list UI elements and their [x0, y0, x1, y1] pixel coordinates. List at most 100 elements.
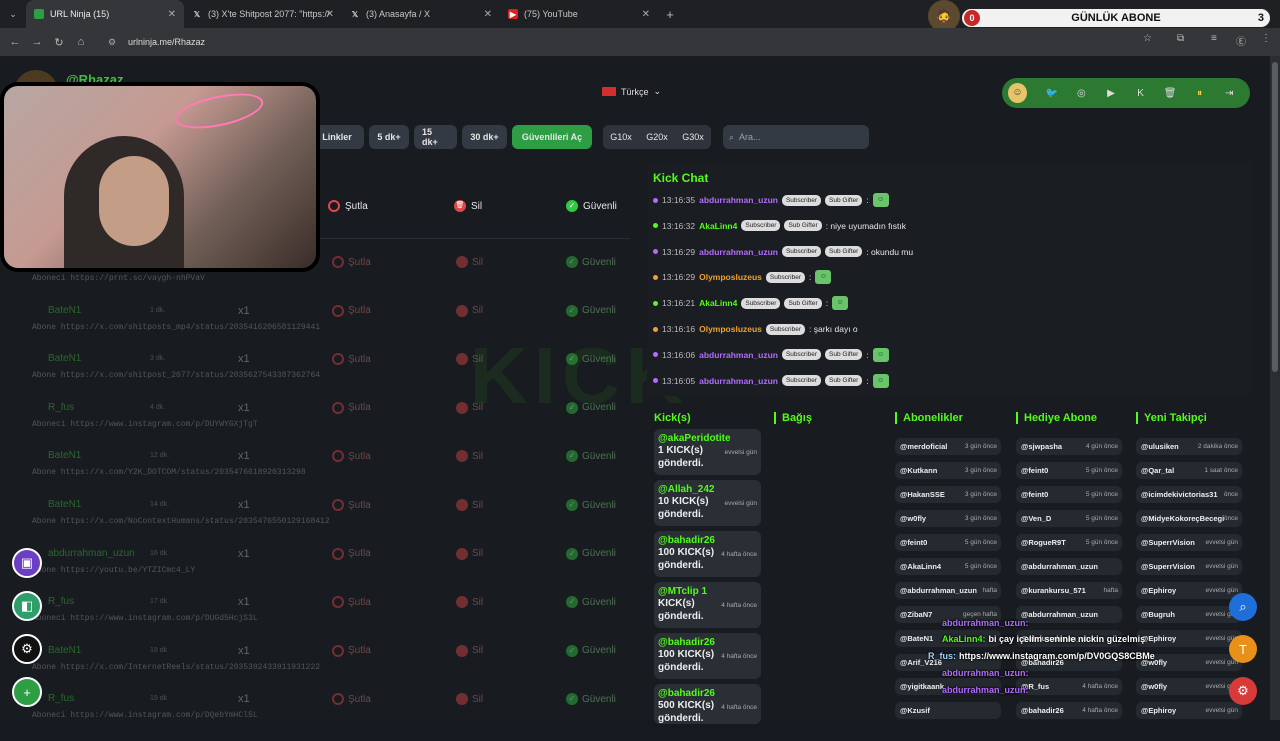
link-row[interactable]: abdurrahman_uzun 16 dk. x1 Şutla Sil ✓ Güvenli…: [0, 547, 640, 596]
language-selector[interactable]: Türkçe ⌄: [602, 86, 661, 97]
row-link[interactable]: Abone https://x.com/InternetReels/status…: [32, 663, 320, 672]
row-delete-button[interactable]: Sil: [456, 353, 483, 366]
row-safe-button[interactable]: ✓ Güvenli: [566, 596, 616, 609]
user-chip[interactable]: @w0fly 3 gün önce: [895, 510, 1001, 527]
pause-icon[interactable]: ⏸: [1185, 88, 1215, 99]
chat-user[interactable]: AkaLinn4: [699, 298, 737, 308]
row-delete-button[interactable]: Sil: [456, 256, 483, 268]
scrollbar-thumb[interactable]: [1272, 62, 1278, 372]
trash-icon[interactable]: 🗑: [1155, 88, 1185, 99]
tab-search-icon[interactable]: ⌄: [0, 9, 26, 20]
tab-x-shitpost[interactable]: 𝕏 (3) X'te Shitpost 2077: "https:// ✕: [184, 0, 342, 28]
link-row[interactable]: BateN1 14 dk. x1 Şutla Sil ✓ Güvenli Abone http…: [0, 499, 640, 547]
user-chip[interactable]: @abdurrahman_uzun hafta: [895, 582, 1001, 599]
kick-icon[interactable]: K: [1126, 88, 1156, 99]
link-row[interactable]: BateN1 3 dk. x1 Şutla Sil ✓ Güvenli Abone https…: [0, 353, 640, 401]
user-chip[interactable]: @abdurrahman_uzun: [1016, 606, 1122, 623]
row-delete-button[interactable]: Sil: [456, 693, 483, 706]
row-delete-button[interactable]: Sil: [456, 450, 483, 463]
user-chip[interactable]: @Kzusif: [895, 702, 1001, 719]
translate-fab-icon[interactable]: T: [1229, 635, 1257, 663]
home-icon[interactable]: ⌂: [70, 36, 92, 48]
kick-user[interactable]: @Allah_242: [658, 484, 757, 495]
user-chip[interactable]: @R_fus 4 hafta önce: [1016, 678, 1122, 695]
user-chip[interactable]: @merdoficial 3 gün önce: [895, 438, 1001, 455]
extensions-icon[interactable]: ⧉: [1177, 33, 1184, 44]
row-link[interactable]: Abone https://x.com/Y2K_DOTCOM/status/20…: [32, 468, 306, 477]
g30x-button[interactable]: G30x: [675, 125, 711, 149]
user-chip[interactable]: @SuperrVision evvelsi gün: [1136, 534, 1242, 551]
user-chip[interactable]: @abdurrahman_uzun: [1016, 558, 1122, 575]
row-delete-button[interactable]: Sil: [456, 644, 483, 657]
row-ban-button[interactable]: Şutla: [332, 596, 371, 609]
close-tab-icon[interactable]: ✕: [484, 9, 492, 20]
tab-youtube[interactable]: ▶ (75) YouTube ✕: [500, 0, 658, 28]
link-row[interactable]: BateN1 18 dk. x1 Şutla Sil ✓ Güvenli Abone http…: [0, 644, 640, 693]
user-chip[interactable]: @icimdekivictorias31 önce: [1136, 486, 1242, 503]
user-chip[interactable]: @Ephiroy evvelsi gün: [1136, 702, 1242, 719]
g10x-button[interactable]: G10x: [603, 125, 639, 149]
settings-gear-icon[interactable]: ⚙: [12, 634, 42, 664]
user-chip[interactable]: @SuperrVision evvelsi gün: [1136, 558, 1242, 575]
row-ban-button[interactable]: Şutla: [332, 693, 371, 706]
row-ban-button[interactable]: Şutla: [332, 499, 371, 511]
row-safe-button[interactable]: ✓ Güvenli: [566, 547, 616, 560]
twitter-icon[interactable]: 🐦: [1037, 88, 1067, 99]
link-row[interactable]: R_fus 4 dk. x1 Şutla Sil ✓ Güvenli Aboneci http…: [0, 401, 640, 450]
user-chip[interactable]: @AkaLinn4 5 gün önce: [895, 558, 1001, 575]
link-row[interactable]: R_fus 19 dk. x1 Şutla Sil ✓ Güvenli Aboneci htt…: [0, 693, 640, 741]
row-safe-button[interactable]: ✓ Güvenli: [566, 499, 616, 511]
user-chip[interactable]: @Ephiroy evvelsi gün: [1136, 630, 1242, 647]
close-tab-icon[interactable]: ✕: [642, 9, 650, 20]
back-icon[interactable]: ←: [4, 36, 26, 48]
row-safe-button[interactable]: ✓ Güvenli: [566, 644, 616, 657]
row-link[interactable]: Abone https://x.com/NoContextHumans/stat…: [32, 517, 330, 526]
close-tab-icon[interactable]: ✕: [326, 9, 334, 20]
user-chip[interactable]: @bahadir26 4 hafta önce: [1016, 702, 1122, 719]
menu-icon[interactable]: ⋮: [1261, 33, 1271, 44]
chat-user[interactable]: AkaLinn4: [699, 221, 737, 231]
user-chip[interactable]: @Ephiroy evvelsi gün: [1136, 582, 1242, 599]
user-chip[interactable]: @Qar_tal 1 saat önce: [1136, 462, 1242, 479]
row-link[interactable]: Aboneci https://www.instagram.com/p/DUGd…: [32, 614, 258, 623]
30min-button[interactable]: 30 dk+: [462, 125, 507, 149]
user-chip[interactable]: @w0fly evvelsi gün: [1136, 678, 1242, 695]
url-field[interactable]: ⚙ urlninja.me/Rhazaz: [108, 33, 1168, 51]
row-ban-button[interactable]: Şutla: [332, 304, 371, 317]
user-settings-fab-icon[interactable]: ⚙: [1229, 677, 1257, 705]
15min-button[interactable]: 15 dk+: [414, 125, 457, 149]
user-chip[interactable]: @Bugruh evvelsi gün: [1136, 606, 1242, 623]
row-safe-button[interactable]: ✓ Güvenli: [566, 304, 616, 317]
kick-user[interactable]: @akaPeridotite: [658, 433, 757, 444]
instagram-icon[interactable]: ◎: [1067, 88, 1097, 99]
chat-user[interactable]: abdurrahman_uzun: [699, 247, 778, 257]
row-safe-button[interactable]: ✓ Güvenli: [566, 450, 616, 463]
user-chip[interactable]: @kurankursu_571 hafta: [1016, 582, 1122, 599]
row-safe-button[interactable]: ✓ Güvenli: [566, 401, 616, 414]
user-chip[interactable]: @feint0 5 gün önce: [1016, 462, 1122, 479]
chat-user[interactable]: abdurrahman_uzun: [699, 376, 778, 386]
tab-url-ninja[interactable]: URL Ninja (15) ✕: [26, 0, 184, 28]
row-ban-button[interactable]: Şutla: [332, 644, 371, 657]
link-row[interactable]: R_fus 17 dk. x1 Şutla Sil ✓ Güvenli Aboneci htt…: [0, 596, 640, 644]
row-ban-button[interactable]: Şutla: [332, 353, 371, 366]
profile-icon[interactable]: Ⓔ: [1236, 33, 1246, 48]
chat-user[interactable]: Olymposluzeus: [699, 272, 762, 282]
search-input[interactable]: ⌕ Ara...: [723, 125, 869, 149]
chat-user[interactable]: abdurrahman_uzun: [699, 350, 778, 360]
close-tab-icon[interactable]: ✕: [168, 9, 176, 20]
row-ban-button[interactable]: Şutla: [332, 547, 371, 560]
row-link[interactable]: Abone https://x.com/shitposts_mp4/status…: [32, 323, 320, 332]
chat-user[interactable]: abdurrahman_uzun: [699, 195, 778, 205]
open-safe-button[interactable]: Güvenlileri Aç: [512, 125, 592, 149]
user-chip[interactable]: @Ven_D 5 gün önce: [1016, 510, 1122, 527]
link-row[interactable]: BateN1 12 dk. x1 Şutla Sil ✓ Güvenli Abone http…: [0, 450, 640, 498]
row-delete-button[interactable]: Sil: [456, 596, 483, 609]
new-tab-icon[interactable]: +: [658, 7, 682, 22]
row-link[interactable]: Aboneci https://prnt.sc/vaygh-nhPVaV: [32, 274, 205, 283]
reload-icon[interactable]: ↻: [48, 36, 70, 49]
kick-user[interactable]: @bahadir26: [658, 688, 757, 699]
media-icon[interactable]: ≡: [1211, 33, 1217, 44]
bookmark-star-icon[interactable]: ☆: [1143, 33, 1152, 44]
user-chip[interactable]: @MidyeKokoreçBecegi önce: [1136, 510, 1242, 527]
